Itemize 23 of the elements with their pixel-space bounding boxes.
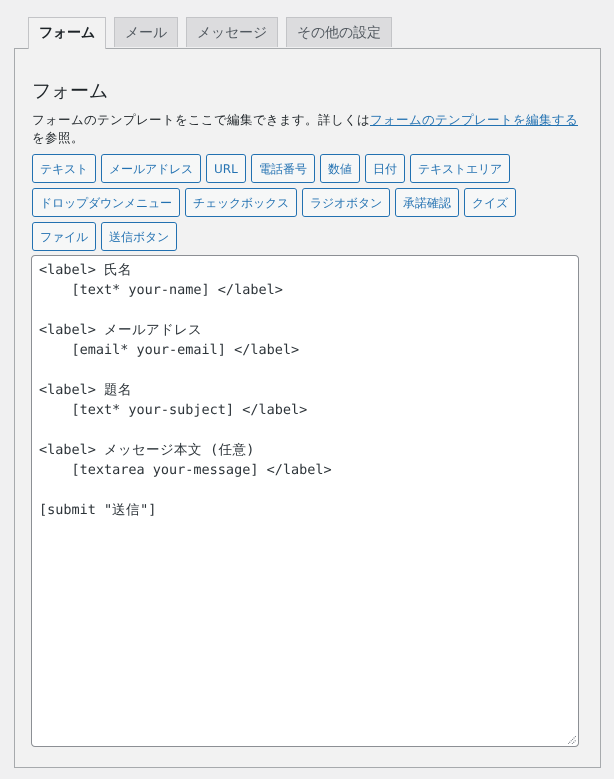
template-field[interactable]: <label> 氏名 [text* your-name] </label> <label> メールアドレス [email* your-email] </label> <label> 題名 [text* your-subject] </label> <label> メッセージ本文 (任意) [textarea your-message] </label> [submit "送信"]: [31, 255, 579, 747]
docs-link[interactable]: フォームのテンプレートを編集する: [370, 112, 578, 127]
resize-grip-icon[interactable]: [568, 736, 576, 744]
tag-button[interactable]: 日付: [364, 154, 405, 183]
tag-button[interactable]: 承諾確認: [395, 188, 459, 217]
tab[interactable]: メッセージ: [186, 17, 278, 47]
tag-button[interactable]: テキスト: [32, 154, 96, 183]
tag-button[interactable]: URL: [206, 154, 246, 183]
tag-button[interactable]: メールアドレス: [101, 154, 201, 183]
tab[interactable]: その他の設定: [286, 17, 392, 47]
tag-button[interactable]: ファイル: [32, 222, 96, 251]
tag-button[interactable]: 送信ボタン: [101, 222, 177, 251]
tag-button[interactable]: ドロップダウンメニュー: [32, 188, 180, 217]
description-text: フォームのテンプレートをここで編集できます。詳しくはフォームのテンプレートを編集する を参照。: [32, 111, 579, 147]
tag-button[interactable]: チェックボックス: [185, 188, 297, 217]
tag-button[interactable]: 数値: [320, 154, 360, 183]
tag-button[interactable]: ラジオボタン: [302, 188, 390, 217]
tag-button[interactable]: クイズ: [464, 188, 516, 217]
tab[interactable]: フォーム: [28, 17, 106, 49]
tag-button[interactable]: テキストエリア: [410, 154, 510, 183]
tab[interactable]: メール: [114, 17, 178, 47]
section-heading: フォーム: [32, 79, 109, 103]
tag-button[interactable]: 電話番号: [250, 154, 315, 183]
